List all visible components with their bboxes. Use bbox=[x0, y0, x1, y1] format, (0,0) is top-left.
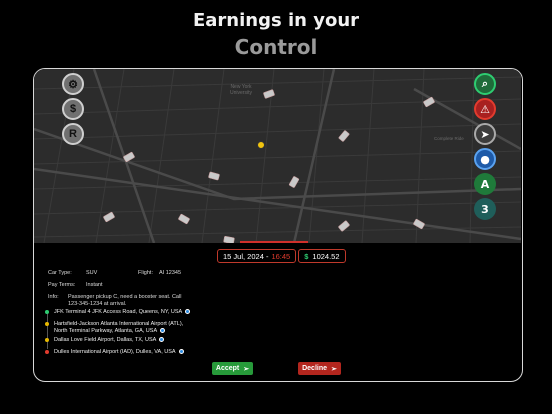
earnings-amount: 1024.52 bbox=[312, 251, 340, 261]
dollar-icon: $ bbox=[69, 103, 77, 115]
navigate-icon[interactable] bbox=[159, 337, 165, 343]
send-icon: ➢ bbox=[331, 365, 337, 373]
map-view[interactable]: New York University Complete Ride ⚙ $ R … bbox=[34, 69, 521, 243]
stop-address: Dulles International Airport (IAD), Dull… bbox=[54, 349, 176, 355]
accept-button[interactable]: Accept ➢ bbox=[212, 362, 253, 375]
stop-item: JFK Terminal 4 JFK Access Road, Queens, … bbox=[45, 309, 191, 316]
search-icon: ⌕ bbox=[481, 77, 489, 90]
send-icon: ➤ bbox=[480, 127, 490, 141]
decline-label: Decline bbox=[302, 365, 328, 372]
navigate-icon[interactable] bbox=[178, 349, 184, 355]
navigate-icon[interactable] bbox=[160, 327, 166, 333]
car-alert-icon: ⚠ bbox=[480, 102, 490, 116]
mode-a-button[interactable]: A bbox=[474, 173, 496, 195]
pay-terms-value: Instant bbox=[86, 282, 103, 288]
settings-button[interactable]: ⚙ bbox=[62, 73, 84, 95]
trip-earnings: $ 1024.52 bbox=[298, 249, 346, 263]
info-value: Passenger pickup C, need a booster seat.… bbox=[68, 294, 182, 307]
stop-dot bbox=[45, 322, 49, 326]
letter-a-icon: A bbox=[480, 177, 490, 191]
r-badge-icon: R bbox=[69, 128, 77, 140]
tablet-frame: New York University Complete Ride ⚙ $ R … bbox=[33, 68, 523, 382]
trip-date: 15 Jul, 2024 - bbox=[223, 251, 269, 261]
stop-dot bbox=[45, 350, 49, 354]
accept-label: Accept bbox=[215, 365, 240, 372]
car-type-value: SUV bbox=[86, 270, 98, 276]
map-label-nyu: New York University bbox=[230, 84, 252, 96]
stop-item: Dulles International Airport (IAD), Dull… bbox=[45, 349, 184, 356]
location-button[interactable]: ● bbox=[474, 148, 496, 170]
decline-button[interactable]: Decline ➢ bbox=[298, 362, 341, 375]
navigate-icon[interactable] bbox=[185, 309, 191, 315]
stop-address: Dallas Love Field Airport, Dallas, TX, U… bbox=[54, 337, 157, 343]
trip-time: 16:45 bbox=[271, 251, 291, 261]
headline-line2: Control bbox=[234, 34, 318, 59]
stop-address: JFK Terminal 4 JFK Access Road, Queens, … bbox=[54, 309, 183, 315]
send-icon: ➢ bbox=[243, 365, 250, 373]
trip-summary: 15 Jul, 2024 - 16:45 $ 1024.52 bbox=[217, 249, 346, 263]
stop-dot bbox=[45, 310, 49, 314]
trip-datetime: 15 Jul, 2024 - 16:45 bbox=[217, 249, 297, 263]
map-streets bbox=[34, 69, 521, 243]
ride-alert-button[interactable]: ⚠ bbox=[474, 98, 496, 120]
earnings-button[interactable]: $ bbox=[62, 98, 84, 120]
drag-handle[interactable] bbox=[240, 241, 308, 243]
info-label: Info: bbox=[48, 294, 59, 300]
headline-line1: Earnings in your bbox=[192, 10, 360, 31]
stop-dot bbox=[45, 338, 49, 342]
map-label-complete-ride: Complete Ride bbox=[434, 136, 464, 141]
search-button[interactable]: ⌕ bbox=[474, 73, 496, 95]
location-pin-icon: ● bbox=[480, 152, 490, 166]
currency-symbol: $ bbox=[304, 251, 309, 261]
navigate-button[interactable]: ➤ bbox=[474, 123, 496, 145]
car-type-label: Car Type: bbox=[48, 270, 72, 276]
ride-details: Car Type: SUV Flight: AI 12345 Pay Terms… bbox=[48, 270, 188, 314]
flight-value: AI 12345 bbox=[158, 270, 182, 276]
mode-3-button[interactable]: 3 bbox=[474, 198, 496, 220]
rewards-button[interactable]: R bbox=[62, 123, 84, 145]
number-3-icon: 3 bbox=[481, 202, 489, 216]
headline: Earnings in your Control bbox=[0, 10, 552, 60]
gear-icon: ⚙ bbox=[68, 78, 78, 91]
pay-terms-label: Pay Terms: bbox=[48, 282, 76, 288]
flight-label: Flight: bbox=[138, 270, 153, 276]
stop-item: Hartsfield-Jackson Atlanta International… bbox=[45, 321, 194, 335]
stop-item: Dallas Love Field Airport, Dallas, TX, U… bbox=[45, 337, 165, 344]
